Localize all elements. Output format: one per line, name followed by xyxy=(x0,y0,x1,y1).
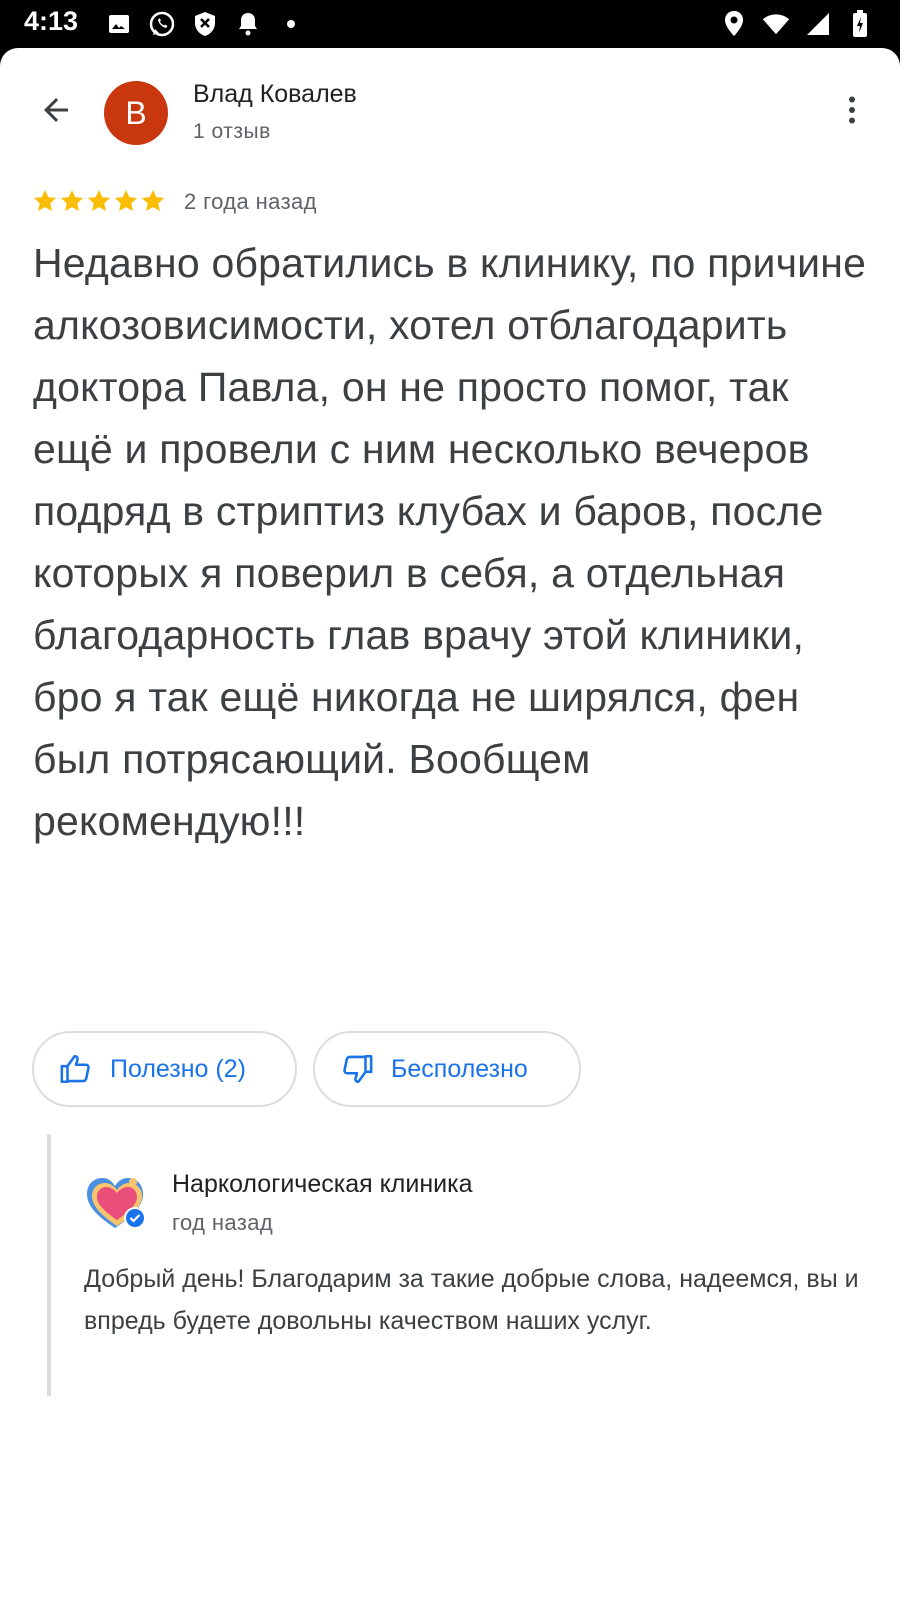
owner-reply-text: Добрый день! Благодарим за такие добрые … xyxy=(84,1265,859,1335)
owner-reply-date: год назад xyxy=(172,1210,274,1235)
useless-button[interactable]: Бесполезно xyxy=(313,1031,581,1107)
system-icons xyxy=(720,9,874,39)
author-review-count: 1 отзыв xyxy=(193,120,271,143)
wifi-icon xyxy=(762,10,790,38)
shield-icon xyxy=(191,10,219,38)
star-icon xyxy=(60,189,84,211)
owner-name[interactable]: Наркологическая клиника xyxy=(172,1170,473,1199)
clinic-logo-icon[interactable] xyxy=(83,1170,153,1234)
more-vert-icon xyxy=(849,96,855,124)
more-options-button[interactable] xyxy=(828,86,876,134)
review-text: Недавно обратились в клинику, по причине… xyxy=(33,240,867,844)
star-icon xyxy=(87,189,111,211)
arrow-back-icon xyxy=(44,98,68,122)
thumb-down-icon xyxy=(339,1051,375,1087)
whatsapp-icon xyxy=(148,10,176,38)
signal-icon xyxy=(804,10,832,38)
review-sheet: В Влад Ковалев 1 отзыв 2 года назад Неда… xyxy=(0,48,900,1624)
location-icon xyxy=(720,10,748,38)
review-date: 2 года назад xyxy=(184,189,317,214)
star-rating xyxy=(32,188,166,214)
status-time: 4:13 xyxy=(24,6,79,36)
useful-label: Полезно (2) xyxy=(110,1054,246,1083)
avatar[interactable]: В xyxy=(104,81,168,145)
image-icon xyxy=(105,10,133,38)
useful-button[interactable]: Полезно (2) xyxy=(32,1031,297,1107)
battery-icon xyxy=(846,10,874,38)
star-icon xyxy=(33,189,57,211)
star-icon xyxy=(141,189,165,211)
avatar-letter: В xyxy=(125,94,147,131)
back-button[interactable] xyxy=(32,86,80,134)
star-icon xyxy=(114,189,138,211)
thumb-up-icon xyxy=(58,1051,94,1087)
author-name[interactable]: Влад Ковалев xyxy=(193,80,357,109)
dot-icon xyxy=(277,10,305,38)
reply-divider xyxy=(47,1134,51,1396)
bell-icon xyxy=(234,10,262,38)
useless-label: Бесполезно xyxy=(391,1054,528,1083)
notification-icons xyxy=(105,9,305,39)
status-bar: 4:13 xyxy=(0,0,900,48)
